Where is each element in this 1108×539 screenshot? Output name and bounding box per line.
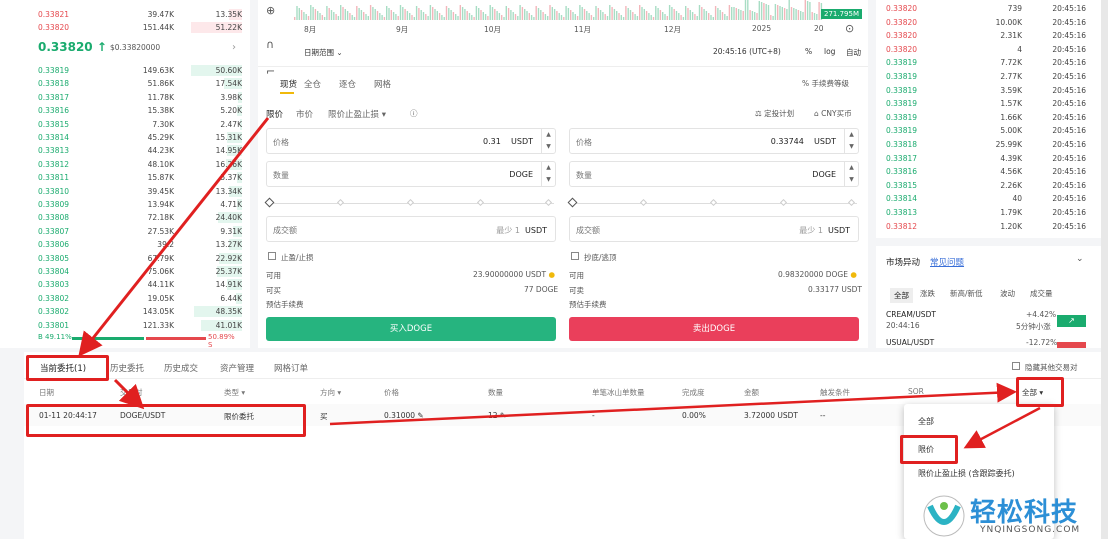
watermark-logo: 轻松科技 YNQINGSONG.COM: [920, 490, 1108, 539]
annotation-arrows: [78, 117, 1041, 449]
brand-icon: [923, 495, 965, 537]
